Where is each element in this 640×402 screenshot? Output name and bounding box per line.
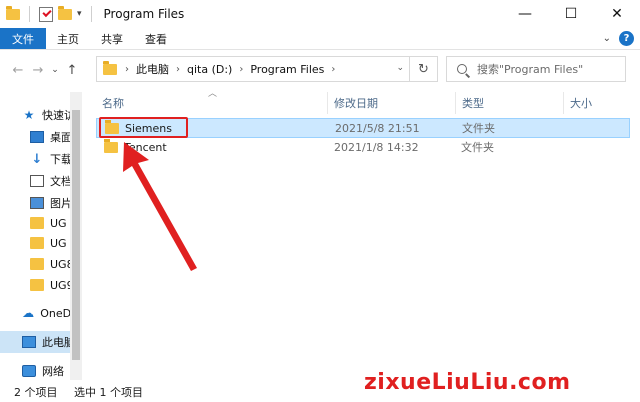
star-icon: ★ — [23, 108, 35, 122]
ribbon-tabs: 文件 主页 共享 查看 ⌄ ? — [0, 28, 640, 50]
search-input[interactable]: 搜索"Program Files" — [446, 56, 626, 82]
file-date: 2021/1/8 14:32 — [334, 140, 419, 154]
folder-icon — [30, 279, 44, 291]
picture-icon — [30, 197, 44, 209]
file-name-cell: Tencent — [104, 138, 167, 154]
sidebar-item-label: 此电脑 — [42, 336, 70, 349]
window-controls: — ☐ ✕ — [502, 0, 640, 28]
cloud-icon: ☁ — [22, 306, 35, 320]
column-header-size[interactable]: 大小 — [564, 92, 632, 114]
document-icon — [30, 175, 44, 187]
sidebar-scrollbar-thumb[interactable] — [72, 110, 80, 360]
sidebar-item-label: 桌面 — [50, 131, 72, 144]
breadcrumb-separator[interactable]: › — [176, 64, 180, 75]
folder-icon — [30, 217, 44, 229]
sidebar-item-label: UG — [50, 236, 67, 250]
network-icon — [22, 365, 36, 377]
window-title: Program Files — [103, 7, 185, 21]
column-header-type[interactable]: 类型 — [456, 92, 564, 114]
sidebar-item-this-pc[interactable]: 此电脑 — [0, 331, 70, 353]
quick-access-toolbar: ▾ — [0, 5, 96, 22]
address-dropdown-icon[interactable]: ⌄ — [396, 63, 404, 73]
column-header-date[interactable]: 修改日期 — [328, 92, 456, 114]
folder-icon — [30, 258, 44, 270]
divider — [29, 6, 30, 22]
breadcrumb-program-files[interactable]: Program Files — [250, 63, 324, 76]
maximize-button[interactable]: ☐ — [548, 0, 594, 28]
computer-icon — [22, 336, 36, 348]
search-icon — [457, 64, 467, 74]
navigation-bar: ← → ⌄ ↑ › 此电脑 › qita (D:) › Program File… — [0, 56, 640, 84]
address-bar[interactable]: › 此电脑 › qita (D:) › Program Files › ⌄ ↻ — [96, 56, 438, 82]
status-item-count: 2 个项目 — [14, 386, 58, 399]
breadcrumb-drive[interactable]: qita (D:) — [187, 63, 232, 76]
annotation-highlight-box — [99, 117, 188, 138]
breadcrumb-this-pc[interactable]: 此电脑 — [136, 61, 169, 77]
arrow-shape — [123, 142, 197, 271]
up-arrow-icon[interactable]: ↑ — [62, 63, 82, 78]
new-folder-icon[interactable] — [58, 5, 72, 20]
folder-icon — [104, 138, 118, 153]
expand-ribbon-icon[interactable]: ⌄ — [603, 33, 611, 44]
close-button[interactable]: ✕ — [594, 0, 640, 28]
tab-share[interactable]: 共享 — [90, 28, 134, 49]
folder-icon — [30, 237, 44, 249]
tab-view[interactable]: 查看 — [134, 28, 178, 49]
breadcrumb-separator[interactable]: › — [239, 64, 243, 75]
folder-icon[interactable] — [6, 5, 20, 20]
ribbon-help-area: ⌄ ? — [603, 31, 634, 46]
forward-arrow-icon[interactable]: → — [28, 63, 48, 78]
sidebar-item-label: 图片 — [50, 197, 72, 210]
refresh-icon[interactable]: ↻ — [409, 57, 437, 81]
download-icon: ↓ — [31, 151, 43, 167]
tab-file[interactable]: 文件 — [0, 28, 46, 49]
properties-icon[interactable] — [39, 6, 53, 22]
file-type: 文件夹 — [461, 141, 494, 154]
divider — [90, 6, 92, 22]
watermark-text: zixueLiuLiu.com — [364, 370, 571, 395]
search-placeholder: 搜索"Program Files" — [477, 63, 584, 76]
file-row-tencent[interactable]: Tencent 2021/1/8 14:32 文件夹 — [96, 137, 630, 157]
breadcrumb-separator[interactable]: › — [331, 64, 335, 75]
minimize-button[interactable]: — — [502, 0, 548, 28]
customize-toolbar-icon[interactable]: ▾ — [77, 9, 82, 19]
file-name: Tencent — [124, 140, 167, 154]
recent-dropdown-icon[interactable]: ⌄ — [48, 65, 62, 75]
back-arrow-icon[interactable]: ← — [8, 63, 28, 78]
help-icon[interactable]: ? — [619, 31, 634, 46]
status-selected-count: 选中 1 个项目 — [74, 386, 143, 399]
sidebar-item-label: UG — [50, 216, 67, 230]
file-date: 2021/5/8 21:51 — [335, 121, 420, 135]
breadcrumb-separator[interactable]: › — [125, 64, 129, 75]
desktop-icon — [30, 131, 44, 143]
tab-home[interactable]: 主页 — [46, 28, 90, 49]
sidebar-item-label: 网络 — [42, 365, 64, 378]
sidebar-item-label: 下载 — [50, 153, 72, 166]
folder-icon — [103, 60, 117, 75]
title-bar: ▾ Program Files — ☐ ✕ — [0, 0, 640, 28]
sidebar-item-label: 文档 — [50, 175, 72, 188]
column-header-row: 名称 修改日期 类型 大小 — [96, 92, 636, 114]
file-type: 文件夹 — [462, 122, 495, 135]
column-header-name[interactable]: 名称 — [96, 92, 328, 114]
